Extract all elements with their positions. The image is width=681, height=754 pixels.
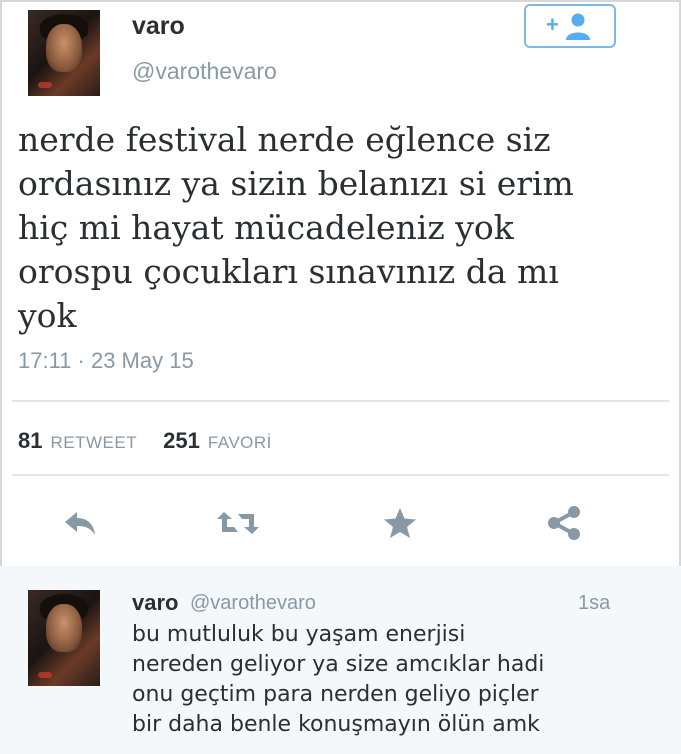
retweet-label[interactable]: RETWEET bbox=[50, 433, 137, 453]
avatar-light bbox=[38, 672, 52, 678]
reply-button[interactable] bbox=[56, 500, 104, 546]
reply-avatar[interactable] bbox=[28, 590, 100, 686]
reply-icon bbox=[65, 512, 95, 535]
favorite-label[interactable]: FAVORİ bbox=[208, 433, 272, 453]
avatar-face bbox=[46, 24, 82, 72]
author-name[interactable]: varo bbox=[132, 12, 185, 41]
reply-time[interactable]: 1sa bbox=[578, 592, 610, 615]
share-icon bbox=[548, 506, 580, 540]
divider bbox=[12, 400, 669, 402]
tweet-stats: 81 RETWEET 251 FAVORİ bbox=[18, 428, 298, 454]
favorite-count[interactable]: 251 bbox=[163, 428, 200, 454]
author-handle[interactable]: @varothevaro bbox=[132, 58, 277, 85]
divider bbox=[12, 474, 669, 476]
share-button[interactable] bbox=[540, 500, 588, 546]
tweet-timestamp[interactable]: 17:11 · 23 May 15 bbox=[18, 348, 194, 374]
svg-text:+: + bbox=[546, 12, 559, 37]
retweet-button[interactable] bbox=[214, 500, 262, 546]
avatar[interactable] bbox=[28, 10, 100, 96]
star-icon bbox=[384, 508, 416, 538]
tweet-text: nerde festival nerde eğlence siz ordasın… bbox=[18, 120, 574, 335]
avatar-face bbox=[46, 604, 82, 652]
avatar-light bbox=[38, 82, 52, 88]
add-user-icon: + bbox=[546, 12, 590, 40]
favorite-button[interactable] bbox=[376, 500, 424, 546]
retweet-count[interactable]: 81 bbox=[18, 428, 42, 454]
reply-text: bu mutluluk bu yaşam enerjisi nereden ge… bbox=[132, 622, 545, 737]
retweet-icon bbox=[217, 512, 259, 534]
follow-button[interactable]: + bbox=[524, 4, 616, 48]
reply-author-name[interactable]: varo bbox=[132, 590, 178, 616]
reply-author-handle[interactable]: @varothevaro bbox=[190, 592, 316, 615]
